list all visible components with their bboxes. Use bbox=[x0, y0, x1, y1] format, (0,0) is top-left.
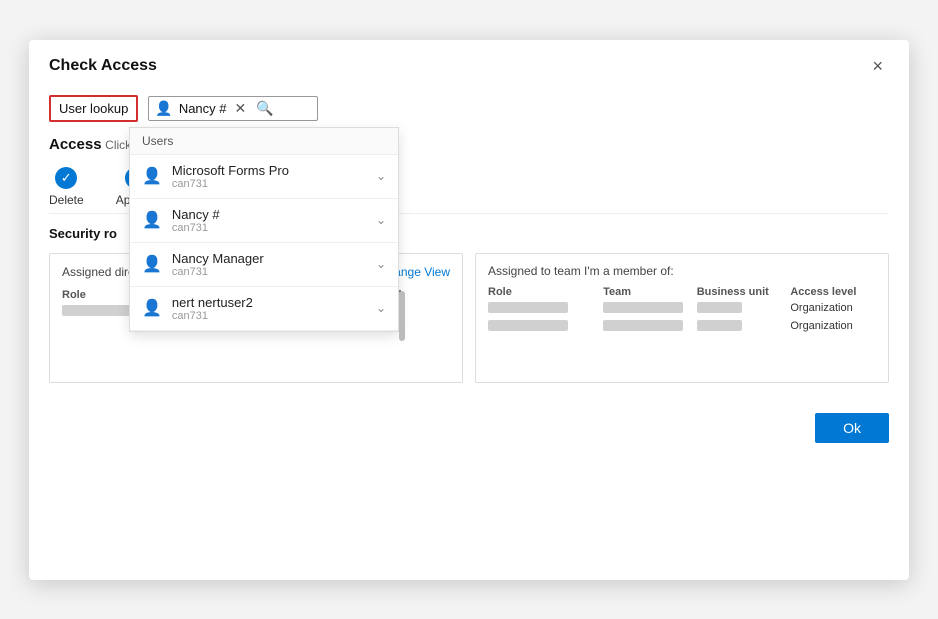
lookup-search-button[interactable]: 🔍 bbox=[254, 100, 275, 117]
bu-cell-2 bbox=[697, 320, 783, 332]
dropdown-header: Users bbox=[130, 128, 398, 155]
lookup-input-value: Nancy # bbox=[179, 101, 227, 116]
user-dropdown: Users 👤 Microsoft Forms Pro can731 ⌄ 👤 N… bbox=[129, 127, 399, 332]
user-lookup-row: User lookup 👤 Nancy # ✕ 🔍 Users 👤 Micros… bbox=[29, 89, 909, 122]
user-lookup-label: User lookup bbox=[49, 95, 138, 122]
tab-delete[interactable]: ✓ Delete bbox=[49, 167, 84, 207]
table-row: Organization bbox=[488, 320, 876, 332]
user-icon: 👤 bbox=[142, 298, 162, 318]
table-row: Organization bbox=[488, 302, 876, 314]
panel-assigned-team: Assigned to team I'm a member of: Role T… bbox=[475, 253, 889, 383]
chevron-down-icon: ⌄ bbox=[376, 257, 386, 271]
blurred-bu bbox=[697, 320, 742, 331]
user-icon: 👤 bbox=[142, 210, 162, 230]
blurred-role bbox=[488, 302, 568, 313]
user-sub: can731 bbox=[172, 222, 220, 234]
team-cell bbox=[603, 302, 689, 314]
al-cell: Organization bbox=[790, 302, 876, 314]
table-header-right: Role Team Business unit Access level bbox=[488, 286, 876, 298]
user-name: nert nertuser2 bbox=[172, 295, 253, 310]
list-item[interactable]: 👤 Microsoft Forms Pro can731 ⌄ bbox=[130, 155, 398, 199]
blurred-role bbox=[488, 320, 568, 331]
al-cell-2: Organization bbox=[790, 320, 876, 332]
role-cell-2 bbox=[488, 320, 595, 332]
scrollbar[interactable] bbox=[398, 287, 406, 330]
chevron-down-icon: ⌄ bbox=[376, 169, 386, 183]
blurred-bu bbox=[697, 302, 742, 313]
tab-label-delete: Delete bbox=[49, 193, 84, 207]
list-item[interactable]: 👤 Nancy Manager can731 ⌄ bbox=[130, 243, 398, 287]
blurred-team bbox=[603, 320, 683, 331]
ok-button[interactable]: Ok bbox=[815, 413, 889, 443]
list-item[interactable]: 👤 nert nertuser2 can731 ⌄ bbox=[130, 287, 398, 331]
blurred-team bbox=[603, 302, 683, 313]
user-name: Microsoft Forms Pro bbox=[172, 163, 289, 178]
check-access-dialog: Check Access × User lookup 👤 Nancy # ✕ 🔍… bbox=[29, 40, 909, 580]
user-icon: 👤 bbox=[142, 166, 162, 186]
bu-cell bbox=[697, 302, 783, 314]
close-button[interactable]: × bbox=[866, 54, 889, 79]
dialog-header: Check Access × bbox=[29, 40, 909, 89]
col-header-al-r: Access level bbox=[790, 286, 876, 298]
team-cell-2 bbox=[603, 320, 689, 332]
chevron-down-icon: ⌄ bbox=[376, 301, 386, 315]
role-cell bbox=[488, 302, 595, 314]
user-name: Nancy # bbox=[172, 207, 220, 222]
lookup-input-box[interactable]: 👤 Nancy # ✕ 🔍 bbox=[148, 96, 318, 121]
user-sub: can731 bbox=[172, 310, 253, 322]
user-sub: can731 bbox=[172, 178, 289, 190]
chevron-down-icon: ⌄ bbox=[376, 213, 386, 227]
user-sub: can731 bbox=[172, 266, 264, 278]
dialog-footer: Ok bbox=[29, 403, 909, 459]
col-header-bu-r: Business unit bbox=[697, 286, 783, 298]
access-title: Access bbox=[49, 136, 102, 153]
user-name: Nancy Manager bbox=[172, 251, 264, 266]
lookup-clear-button[interactable]: ✕ bbox=[233, 100, 249, 117]
col-header-team-r: Team bbox=[603, 286, 689, 298]
tab-check-delete: ✓ bbox=[55, 167, 77, 189]
person-icon: 👤 bbox=[155, 100, 172, 117]
list-item[interactable]: 👤 Nancy # can731 ⌄ bbox=[130, 199, 398, 243]
col-header-role-r: Role bbox=[488, 286, 595, 298]
assigned-team-label: Assigned to team I'm a member of: bbox=[488, 264, 674, 278]
user-icon: 👤 bbox=[142, 254, 162, 274]
panel-header-row-right: Assigned to team I'm a member of: bbox=[488, 264, 876, 278]
dialog-title: Check Access bbox=[49, 57, 157, 75]
